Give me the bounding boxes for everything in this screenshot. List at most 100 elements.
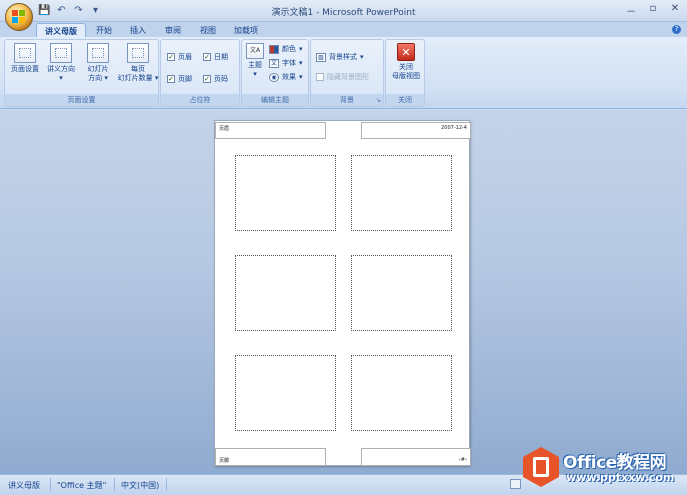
close-master-view-button[interactable]: ✕ 关闭 母版视图 <box>387 43 425 81</box>
footer-checkbox-label: 页脚 <box>178 75 192 83</box>
handout-orientation-label: 讲义方向 <box>47 65 75 73</box>
status-separator <box>166 478 167 491</box>
slide-placeholder[interactable] <box>351 355 452 431</box>
slide-orientation-button[interactable]: 幻灯片 方向 ▾ <box>81 43 115 83</box>
group-placeholders: ✓ 页眉 ✓ 日期 ✓ 页脚 ✓ 页码 占位符 <box>160 39 240 107</box>
group-label-background: 背景 <box>311 94 383 106</box>
slide-placeholder[interactable] <box>235 155 336 231</box>
background-styles-button[interactable]: ▨ 背景样式 ▾ <box>316 52 364 62</box>
page-setup-icon <box>14 43 36 63</box>
header-placeholder-text: 页眉 <box>219 126 230 132</box>
status-language[interactable]: 中文(中国) <box>121 480 159 491</box>
fonts-label: 字体 <box>282 59 296 67</box>
effects-label: 效果 <box>282 73 296 81</box>
office-logo-icon <box>12 10 26 24</box>
fonts-button[interactable]: 文 字体 ▾ <box>269 58 303 68</box>
tab-handout-master[interactable]: 讲义母版 <box>36 23 86 37</box>
colors-icon <box>269 44 279 54</box>
background-styles-icon: ▨ <box>316 52 326 62</box>
checkbox-icon: ✓ <box>316 73 324 81</box>
office-button[interactable] <box>5 3 33 31</box>
watermark-url: www.pptxxw.com <box>566 471 675 484</box>
footer-placeholder[interactable]: 页脚 <box>215 448 326 466</box>
watermark-title: Office教程网 <box>563 453 667 473</box>
hide-background-graphics-checkbox[interactable]: ✓ 隐藏背景图形 <box>316 72 369 82</box>
normal-view-icon[interactable] <box>510 479 521 489</box>
page-setup-button[interactable]: 页面设置 <box>8 43 42 74</box>
slides-per-page-label-1: 每页 <box>131 65 145 73</box>
tab-insert[interactable]: 插入 <box>122 23 154 37</box>
minimize-button[interactable]: － <box>625 3 637 18</box>
header-checkbox-label: 页眉 <box>178 53 192 61</box>
slide-placeholder[interactable] <box>351 155 452 231</box>
group-label-edit-theme: 编辑主题 <box>242 94 308 106</box>
header-placeholder[interactable]: 页眉 <box>215 122 326 139</box>
handout-orientation-button[interactable]: 讲义方向 ▾ <box>44 43 78 83</box>
ribbon-tabs: 讲义母版 开始 插入 审阅 视图 加载项 ? <box>0 22 687 37</box>
date-placeholder-text: 2007-12-4 <box>441 125 467 131</box>
checkbox-icon: ✓ <box>203 75 211 83</box>
colors-label: 颜色 <box>282 45 296 53</box>
help-icon[interactable]: ? <box>672 25 681 34</box>
group-label-page-setup: 页面设置 <box>5 94 158 106</box>
slides-per-page-button[interactable]: 每页 幻灯片数量 ▾ <box>117 43 159 83</box>
page-number-checkbox-label: 页码 <box>214 75 228 83</box>
page-number-placeholder-text: ‹#› <box>458 457 467 463</box>
tab-view[interactable]: 视图 <box>192 23 224 37</box>
orientation-icon <box>50 43 72 63</box>
dropdown-arrow-icon: ▾ <box>253 70 257 78</box>
window-title: 演示文稿1 - Microsoft PowerPoint <box>271 8 416 18</box>
title-bar: 💾 ↶ ↷ ▾ 演示文稿1 - Microsoft PowerPoint － ▫… <box>0 0 687 31</box>
group-label-close: 关闭 <box>386 94 424 106</box>
close-window-button[interactable]: ✕ <box>669 3 681 18</box>
themes-icon: 文A <box>246 43 264 59</box>
slide-placeholder[interactable] <box>351 255 452 331</box>
group-background: ▨ 背景样式▾ ✓ 隐藏背景图形 背景 ↘ <box>310 39 384 107</box>
page-setup-label: 页面设置 <box>11 65 39 73</box>
checkbox-icon: ✓ <box>203 53 211 61</box>
group-page-setup: 页面设置 讲义方向 ▾ 幻灯片 方向 ▾ 每页 幻灯片数量 ▾ 页面设置 <box>4 39 159 107</box>
status-theme: "Office 主题" <box>57 481 107 490</box>
dropdown-arrow-icon: ▾ <box>59 74 63 82</box>
group-edit-theme: 文A 主题 ▾ 颜色 ▾ 文 字体 ▾ ◉ 效果 ▾ 编辑主题 <box>241 39 309 107</box>
effects-icon: ◉ <box>269 72 279 82</box>
handout-page[interactable]: 页眉 2007-12-4 页脚 ‹#› <box>214 120 471 466</box>
close-master-view-label-1: 关闭 <box>399 63 413 71</box>
status-view: 讲义母版 <box>8 481 40 490</box>
watermark-logo-door-icon <box>533 457 549 477</box>
date-checkbox[interactable]: ✓ 日期 <box>203 52 228 62</box>
maximize-button[interactable]: ▫ <box>647 3 659 18</box>
tab-home[interactable]: 开始 <box>88 23 120 37</box>
status-separator <box>114 478 115 491</box>
checkbox-icon: ✓ <box>167 53 175 61</box>
page-number-placeholder[interactable]: ‹#› <box>361 448 471 466</box>
colors-button[interactable]: 颜色 ▾ <box>269 44 303 54</box>
themes-button[interactable]: 文A 主题 ▾ <box>244 43 266 79</box>
slides-per-page-label-2: 幻灯片数量 <box>117 74 153 82</box>
hide-background-graphics-label: 隐藏背景图形 <box>327 73 369 81</box>
window-controls: － ▫ ✕ <box>625 3 681 18</box>
slide-orientation-label-1: 幻灯片 <box>87 65 109 73</box>
tab-review[interactable]: 审阅 <box>157 23 189 37</box>
tab-addins[interactable]: 加载项 <box>226 23 266 37</box>
background-styles-label: 背景样式 <box>329 53 357 61</box>
close-icon: ✕ <box>397 43 415 61</box>
group-label-placeholders: 占位符 <box>161 94 239 106</box>
footer-checkbox[interactable]: ✓ 页脚 <box>167 74 192 84</box>
slide-orientation-icon <box>87 43 109 63</box>
effects-button[interactable]: ◉ 效果 ▾ <box>269 72 303 82</box>
themes-label: 主题 <box>248 61 262 69</box>
fonts-icon: 文 <box>269 58 279 68</box>
close-master-view-label-2: 母版视图 <box>392 72 420 80</box>
dialog-launcher-icon[interactable]: ↘ <box>376 97 381 104</box>
date-placeholder[interactable]: 2007-12-4 <box>361 122 471 139</box>
slides-per-page-icon <box>127 43 149 63</box>
page-number-checkbox[interactable]: ✓ 页码 <box>203 74 228 84</box>
group-close: ✕ 关闭 母版视图 关闭 <box>385 39 425 107</box>
footer-placeholder-text: 页脚 <box>219 458 230 464</box>
slide-placeholder[interactable] <box>235 255 336 331</box>
status-separator <box>50 478 51 491</box>
header-checkbox[interactable]: ✓ 页眉 <box>167 52 192 62</box>
slide-placeholder[interactable] <box>235 355 336 431</box>
checkbox-icon: ✓ <box>167 75 175 83</box>
